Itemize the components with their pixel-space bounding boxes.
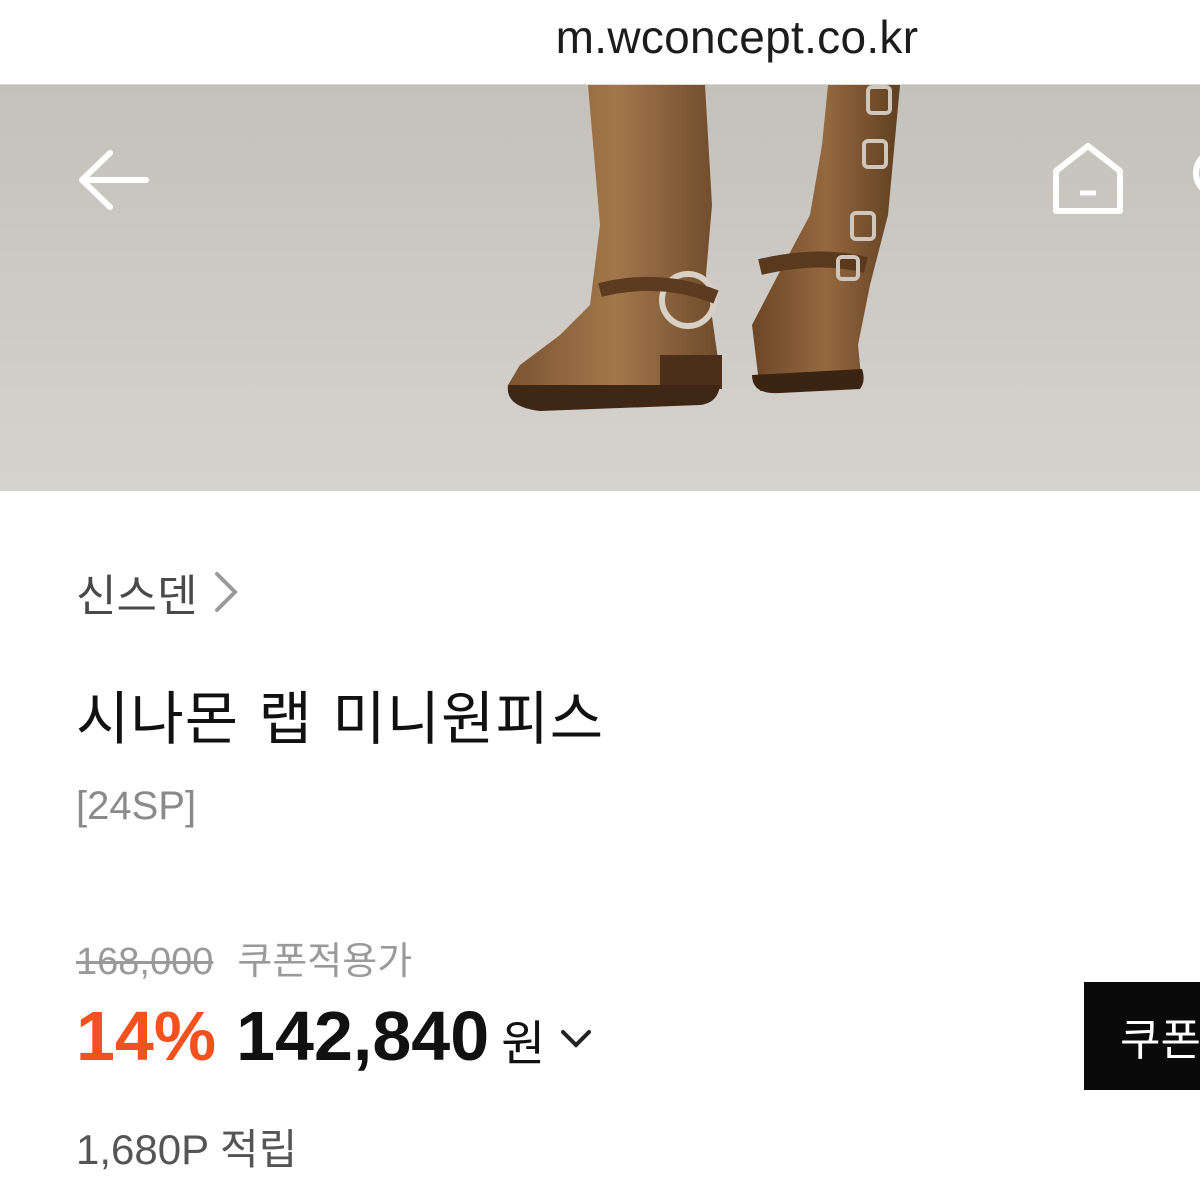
price-row: 14% 142,840 원: [76, 996, 593, 1076]
original-price-row: 168,000 쿠폰적용가: [76, 930, 412, 985]
currency-label: 원: [501, 1016, 546, 1072]
reward-points: 1,680P 적립: [76, 1126, 298, 1173]
product-season: [24SP]: [76, 784, 197, 828]
home-icon[interactable]: [1050, 141, 1126, 215]
coupon-button-label: 쿠폰: [1120, 1015, 1200, 1066]
browser-url-bar[interactable]: m.wconcept.co.kr: [0, 0, 1200, 85]
discount-rate: 14%: [76, 997, 217, 1075]
coupon-price-label: 쿠폰적용가: [237, 939, 413, 983]
search-icon[interactable]: [1192, 149, 1200, 199]
brand-link[interactable]: 신스덴: [76, 560, 239, 624]
product-title: 시나몬 랩 미니원피스: [76, 685, 605, 753]
original-price: 168,000: [76, 941, 214, 983]
chevron-right-icon: [215, 572, 239, 612]
coupon-button[interactable]: 쿠폰: [1084, 982, 1200, 1090]
brand-name: 신스덴: [76, 571, 198, 622]
sale-price: 142,840: [236, 997, 490, 1075]
url-text: m.wconcept.co.kr: [555, 11, 919, 63]
chevron-down-icon[interactable]: [559, 1028, 593, 1050]
back-arrow-icon[interactable]: [76, 147, 150, 213]
boots-image: [0, 85, 1200, 491]
product-hero-image: [0, 85, 1200, 491]
